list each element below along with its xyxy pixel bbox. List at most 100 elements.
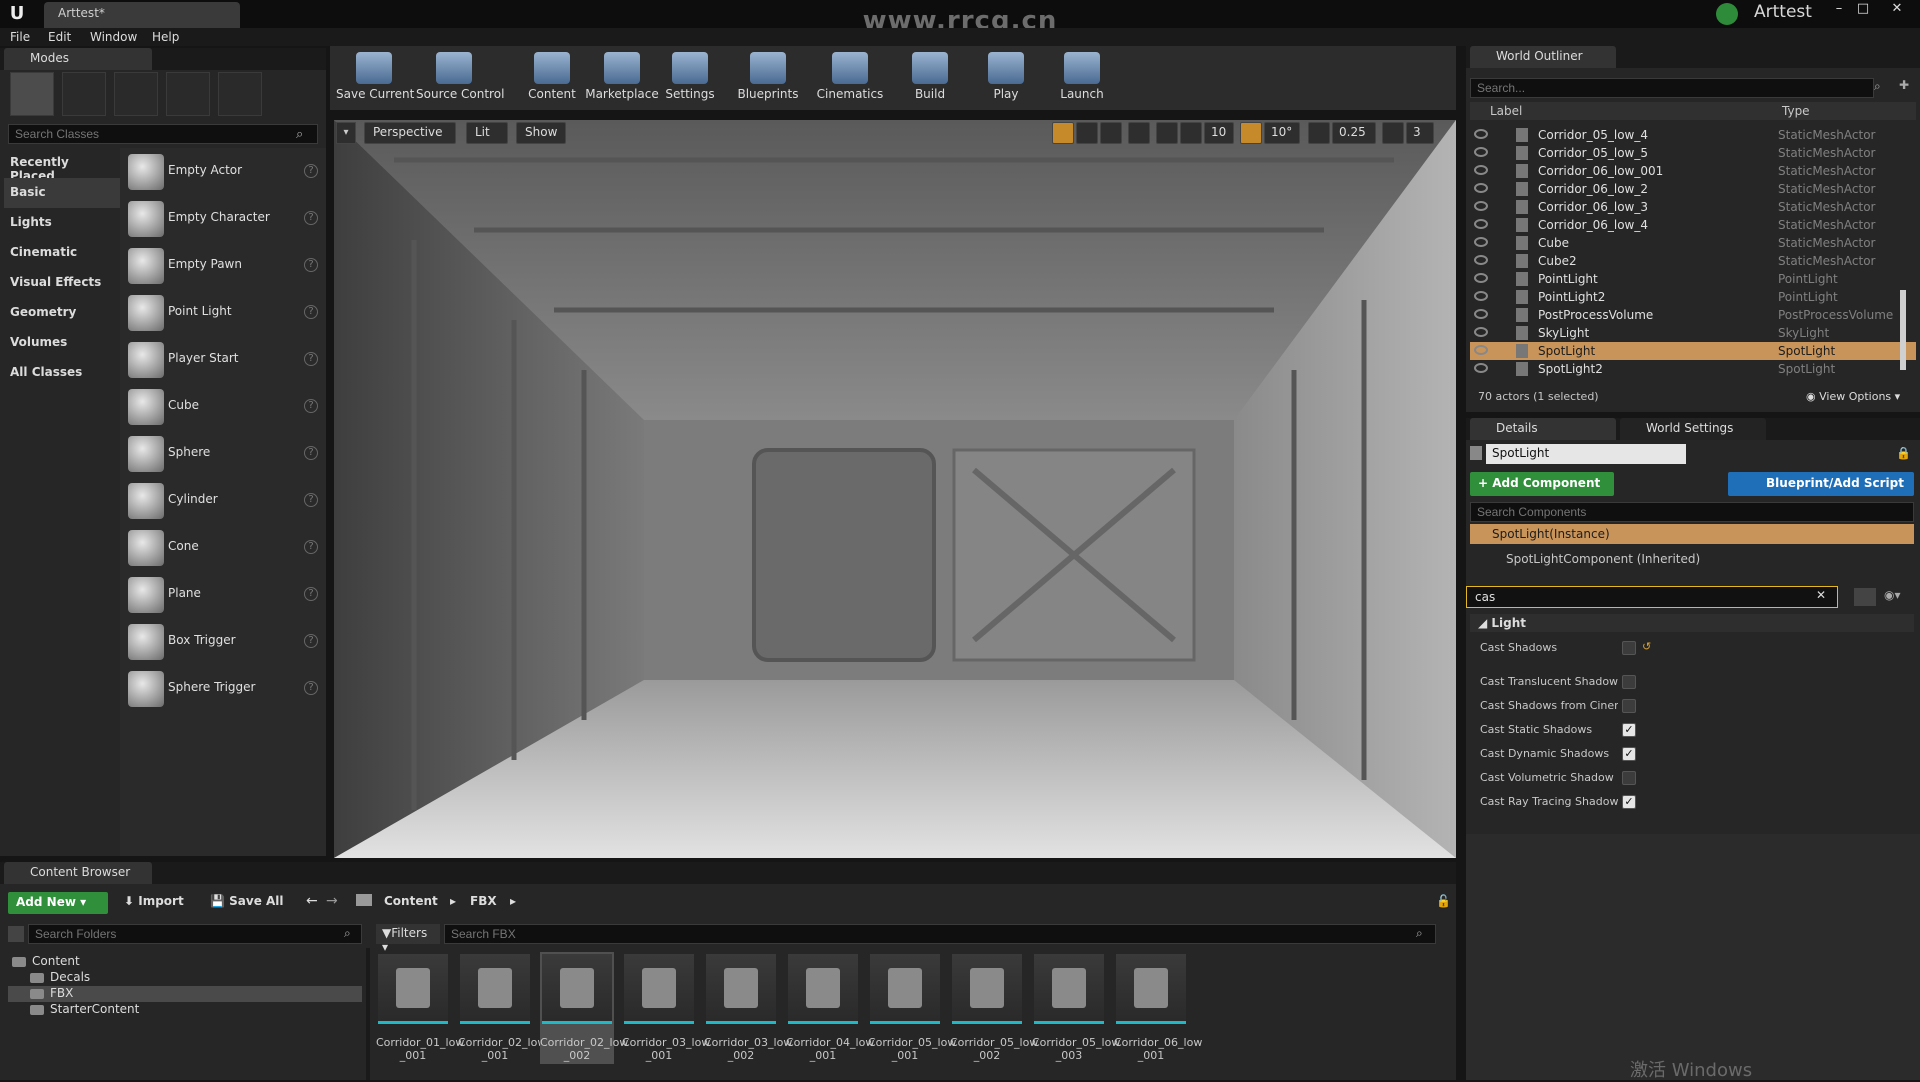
help-icon[interactable]: ? xyxy=(304,587,318,601)
menu-window[interactable]: Window xyxy=(90,28,137,46)
forward-arrow-icon[interactable]: → xyxy=(326,893,338,909)
outliner-row[interactable]: Corridor_06_low_3 StaticMeshActor xyxy=(1470,198,1916,216)
asset-tile[interactable]: Corridor_01_low _001 xyxy=(376,952,464,1064)
component-inherited-row[interactable]: SpotLightComponent (Inherited) xyxy=(1506,552,1700,566)
help-icon[interactable]: ? xyxy=(304,164,318,178)
reset-to-default-icon[interactable]: ↺ xyxy=(1642,640,1651,653)
grid-snap-value[interactable]: 10 xyxy=(1204,122,1234,144)
world-space-icon[interactable] xyxy=(1128,122,1150,144)
help-icon[interactable]: ? xyxy=(304,493,318,507)
placeable-empty-actor[interactable]: Empty Actor? xyxy=(124,150,320,194)
add-component-button[interactable]: + Add Component xyxy=(1470,472,1614,496)
outliner-row[interactable]: PointLight2 PointLight xyxy=(1470,288,1916,306)
geometry-mode-icon[interactable] xyxy=(218,72,262,116)
perspective-button[interactable]: Perspective xyxy=(364,122,456,144)
toolbar-settings-button[interactable]: Settings xyxy=(652,48,728,106)
property-checkbox[interactable]: ✓ xyxy=(1622,747,1636,761)
foliage-mode-icon[interactable] xyxy=(166,72,210,116)
asset-tile[interactable]: Corridor_03_low _001 xyxy=(622,952,710,1064)
help-icon[interactable]: ? xyxy=(304,211,318,225)
menu-edit[interactable]: Edit xyxy=(48,28,71,46)
category-basic[interactable]: Basic xyxy=(4,178,120,208)
camera-speed-icon[interactable] xyxy=(1382,122,1404,144)
tab-details[interactable]: Details xyxy=(1470,418,1616,440)
column-type[interactable]: Type xyxy=(1782,104,1810,118)
placeable-cube[interactable]: Cube? xyxy=(124,385,320,429)
sources-splitter[interactable] xyxy=(366,948,370,1080)
menu-help[interactable]: Help xyxy=(152,28,179,46)
save-all-button[interactable]: 💾 Save All xyxy=(210,894,284,908)
placeable-plane[interactable]: Plane? xyxy=(124,573,320,617)
placeable-sphere[interactable]: Sphere? xyxy=(124,432,320,476)
placeable-empty-pawn[interactable]: Empty Pawn? xyxy=(124,244,320,288)
search-classes-input[interactable] xyxy=(8,124,318,144)
toolbar-marketplace-button[interactable]: Marketplace xyxy=(584,48,660,106)
outliner-row[interactable]: PointLight PointLight xyxy=(1470,270,1916,288)
search-components-input[interactable] xyxy=(1470,502,1914,522)
place-mode-icon[interactable] xyxy=(10,72,54,116)
property-checkbox[interactable]: ✓ xyxy=(1622,723,1636,737)
eye-icon[interactable]: ◉▾ xyxy=(1884,588,1901,602)
visibility-eye-icon[interactable] xyxy=(1474,219,1488,229)
outliner-row[interactable]: Corridor_06_low_2 StaticMeshActor xyxy=(1470,180,1916,198)
help-icon[interactable]: ? xyxy=(304,634,318,648)
lock-icon[interactable]: 🔒 xyxy=(1896,446,1911,460)
outliner-row[interactable]: SpotLight2 SpotLight xyxy=(1470,360,1916,378)
toolbar-blueprints-button[interactable]: Blueprints xyxy=(730,48,806,106)
placeable-empty-character[interactable]: Empty Character? xyxy=(124,197,320,241)
category-recently-placed[interactable]: Recently Placed xyxy=(4,148,120,183)
rotation-snap-icon[interactable] xyxy=(1240,122,1262,144)
toolbar-cinematics-button[interactable]: Cinematics xyxy=(812,48,888,106)
lock-icon[interactable]: 🔓 xyxy=(1436,894,1451,908)
toolbar-launch-button[interactable]: Launch xyxy=(1044,48,1120,106)
visibility-eye-icon[interactable] xyxy=(1474,327,1488,337)
tab-world-settings[interactable]: World Settings xyxy=(1620,418,1766,440)
lit-button[interactable]: Lit xyxy=(466,122,508,144)
view-options-button[interactable]: ◉ View Options ▾ xyxy=(1806,390,1900,403)
actor-name-field[interactable]: SpotLight xyxy=(1486,444,1686,464)
asset-tile[interactable]: Corridor_02_low _001 xyxy=(458,952,546,1064)
scale-mode-icon[interactable] xyxy=(1100,122,1122,144)
tab-world-outliner[interactable]: World Outliner xyxy=(1470,46,1616,68)
placeable-box-trigger[interactable]: Box Trigger? xyxy=(124,620,320,664)
visibility-eye-icon[interactable] xyxy=(1474,183,1488,193)
outliner-row[interactable]: Corridor_06_low_4 StaticMeshActor xyxy=(1470,216,1916,234)
placeable-point-light[interactable]: Point Light? xyxy=(124,291,320,335)
filters-button[interactable]: ▼Filters ▾ xyxy=(376,924,440,954)
outliner-row[interactable]: Cube StaticMeshActor xyxy=(1470,234,1916,252)
help-icon[interactable]: ? xyxy=(304,258,318,272)
folder-content[interactable]: Content xyxy=(8,954,362,970)
visibility-eye-icon[interactable] xyxy=(1474,291,1488,301)
category-cinematic[interactable]: Cinematic xyxy=(4,238,120,268)
category-visual-effects[interactable]: Visual Effects xyxy=(4,268,120,298)
placeable-cone[interactable]: Cone? xyxy=(124,526,320,570)
asset-tile[interactable]: Corridor_05_low _001 xyxy=(868,952,956,1064)
maximize-button[interactable]: □ xyxy=(1852,0,1874,18)
help-icon[interactable]: ? xyxy=(304,681,318,695)
property-checkbox[interactable] xyxy=(1622,675,1636,689)
property-checkbox[interactable]: ✓ xyxy=(1622,795,1636,809)
category-geometry[interactable]: Geometry xyxy=(4,298,120,328)
visibility-eye-icon[interactable] xyxy=(1474,363,1488,373)
toolbar-build-button[interactable]: Build xyxy=(892,48,968,106)
viewport-options-button[interactable]: ▾ xyxy=(336,122,356,144)
close-button[interactable]: ✕ xyxy=(1882,0,1912,18)
outliner-scrollbar[interactable] xyxy=(1900,290,1906,370)
visibility-eye-icon[interactable] xyxy=(1474,255,1488,265)
pin-icon[interactable]: ✚ xyxy=(1894,78,1914,98)
translate-mode-icon[interactable] xyxy=(1052,122,1074,144)
placeable-player-start[interactable]: Player Start? xyxy=(124,338,320,382)
category-all-classes[interactable]: All Classes xyxy=(4,358,120,388)
folder-fbx[interactable]: FBX xyxy=(8,986,362,1002)
paint-mode-icon[interactable] xyxy=(62,72,106,116)
outliner-row[interactable]: Corridor_05_low_5 StaticMeshActor xyxy=(1470,144,1916,162)
menu-file[interactable]: File xyxy=(10,28,30,46)
property-matrix-icon[interactable] xyxy=(1854,588,1876,606)
column-label[interactable]: Label xyxy=(1490,104,1522,118)
camera-speed-value[interactable]: 3 xyxy=(1406,122,1434,144)
outliner-row[interactable]: PostProcessVolume PostProcessVolume xyxy=(1470,306,1916,324)
search-assets-input[interactable] xyxy=(444,924,1436,944)
category-volumes[interactable]: Volumes xyxy=(4,328,120,358)
scale-snap-icon[interactable] xyxy=(1308,122,1330,144)
asset-tile[interactable]: Corridor_02_low _002 xyxy=(540,952,628,1064)
